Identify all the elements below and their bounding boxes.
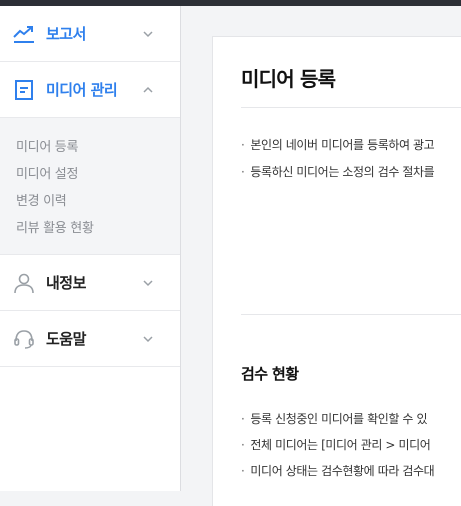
- sidebar-item-media-management[interactable]: 미디어 관리: [0, 62, 180, 118]
- info-bullet: · 본인의 네이버 미디어를 등록하여 광고: [241, 138, 435, 152]
- sidebar-item-help[interactable]: 도움말: [0, 311, 180, 367]
- submenu-item-change-history[interactable]: 변경 이력: [16, 188, 180, 215]
- sidebar-item-my-info[interactable]: 내정보: [0, 255, 180, 311]
- chevron-down-icon: [143, 279, 153, 286]
- sidebar-item-report[interactable]: 보고서: [0, 6, 180, 62]
- sidebar: 보고서 미디어 관리 미디어 등록 미디어 설정 변경 이력 리뷰 활용 현황: [0, 6, 181, 491]
- divider: [241, 107, 461, 108]
- section-title: 검수 현황: [241, 365, 299, 383]
- media-submenu: 미디어 등록 미디어 설정 변경 이력 리뷰 활용 현황: [0, 118, 180, 255]
- user-icon: [12, 271, 36, 295]
- info-bullet: · 등록하신 미디어는 소정의 검수 절차를: [241, 165, 435, 179]
- info-bullet: · 등록 신청중인 미디어를 확인할 수 있: [241, 412, 428, 426]
- chevron-down-icon: [143, 30, 153, 37]
- sidebar-item-label: 내정보: [46, 274, 86, 292]
- content-panel: 미디어 등록 · 본인의 네이버 미디어를 등록하여 광고 · 등록하신 미디어는 …: [212, 36, 461, 506]
- trend-chart-icon: [12, 22, 36, 46]
- submenu-item-media-settings[interactable]: 미디어 설정: [16, 161, 180, 188]
- sidebar-item-label: 도움말: [46, 330, 86, 348]
- chevron-down-icon: [143, 335, 153, 342]
- headset-icon: [12, 327, 36, 351]
- chevron-up-icon: [143, 86, 153, 93]
- info-bullet: · 미디어 상태는 검수현황에 따라 검수대: [241, 464, 435, 478]
- sidebar-item-label: 미디어 관리: [46, 81, 118, 99]
- info-bullet: · 전체 미디어는 [미디어 관리 > 미디어: [241, 438, 431, 452]
- divider: [241, 314, 461, 315]
- page-title: 미디어 등록: [241, 67, 336, 91]
- submenu-item-media-register[interactable]: 미디어 등록: [16, 134, 180, 161]
- document-icon: [12, 78, 36, 102]
- submenu-item-review-usage[interactable]: 리뷰 활용 현황: [16, 215, 180, 242]
- sidebar-item-label: 보고서: [46, 25, 86, 43]
